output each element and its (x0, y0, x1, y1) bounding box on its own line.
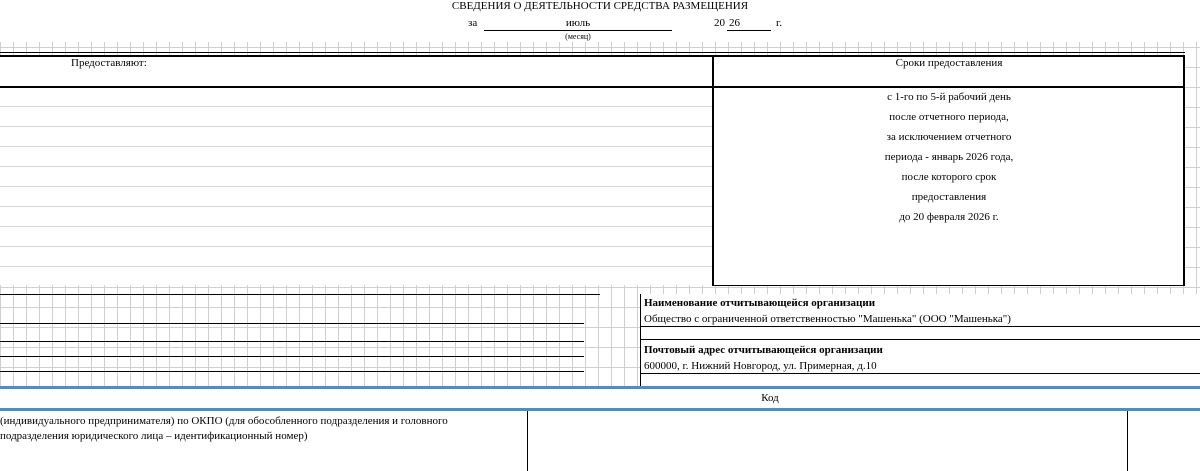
month-caption: (месяц) (565, 32, 591, 41)
year-underline (727, 30, 771, 31)
org-address-label: Почтовый адрес отчитывающейся организаци… (644, 344, 883, 356)
table-top-border-outer (0, 52, 1185, 53)
org-left-line-3 (0, 341, 584, 342)
period-month: июль (565, 17, 591, 29)
provide-header: Предоставляют: (71, 57, 147, 69)
table-column-divider (712, 55, 714, 286)
org-name-underline (640, 326, 1200, 327)
table-right-border (1183, 55, 1185, 286)
table-top-border (0, 55, 1185, 57)
code-bottom-bar (0, 408, 1200, 411)
okpo-text-line-2: подразделения юридического лица – иденти… (0, 430, 308, 442)
period-prefix: за (468, 17, 478, 29)
org-name-bottom (640, 339, 1200, 340)
deadline-line-7: до 20 февраля 2026 г. (899, 211, 999, 223)
org-name-label: Наименование отчитывающейся организации (644, 297, 876, 309)
year-prefix: 20 (714, 17, 725, 29)
table-bottom-border (712, 285, 1185, 286)
code-header: Код (761, 392, 779, 404)
org-left-line-5 (0, 371, 584, 372)
code-col-divider-1 (527, 411, 528, 471)
code-col-divider-2 (1127, 411, 1128, 471)
deadline-line-5: после которого срок (901, 171, 997, 183)
deadline-line-3: за исключением отчетного (886, 131, 1012, 143)
year-unit: г. (776, 17, 783, 29)
org-address-value: 600000, г. Нижний Новгород, ул. Примерна… (644, 360, 877, 372)
org-left-line-2 (0, 323, 584, 324)
org-left-line-4 (0, 356, 584, 357)
org-left-top-line (0, 294, 600, 295)
org-name-value: Общество с ограниченной ответственностью… (644, 313, 1011, 325)
okpo-text-line-1: (индивидуального предпринимателя) по ОКП… (0, 415, 448, 427)
left-column-rows (0, 88, 712, 285)
code-top-bar (0, 386, 1200, 389)
report-title: СВЕДЕНИЯ О ДЕЯТЕЛЬНОСТИ СРЕДСТВА РАЗМЕЩЕ… (451, 0, 749, 12)
deadline-header: Сроки предоставления (895, 57, 1003, 69)
deadline-line-1: с 1-го по 5-й рабочий день (887, 91, 1011, 103)
deadline-line-4: периода - январь 2026 года, (884, 151, 1014, 163)
deadline-line-2: после отчетного периода, (889, 111, 1009, 123)
year-suffix: 26 (729, 17, 740, 29)
org-address-underline (640, 373, 1200, 374)
deadline-line-6: предоставления (911, 191, 987, 203)
month-underline (484, 30, 672, 31)
report-sheet: СВЕДЕНИЯ О ДЕЯТЕЛЬНОСТИ СРЕДСТВА РАЗМЕЩЕ… (0, 0, 1200, 471)
